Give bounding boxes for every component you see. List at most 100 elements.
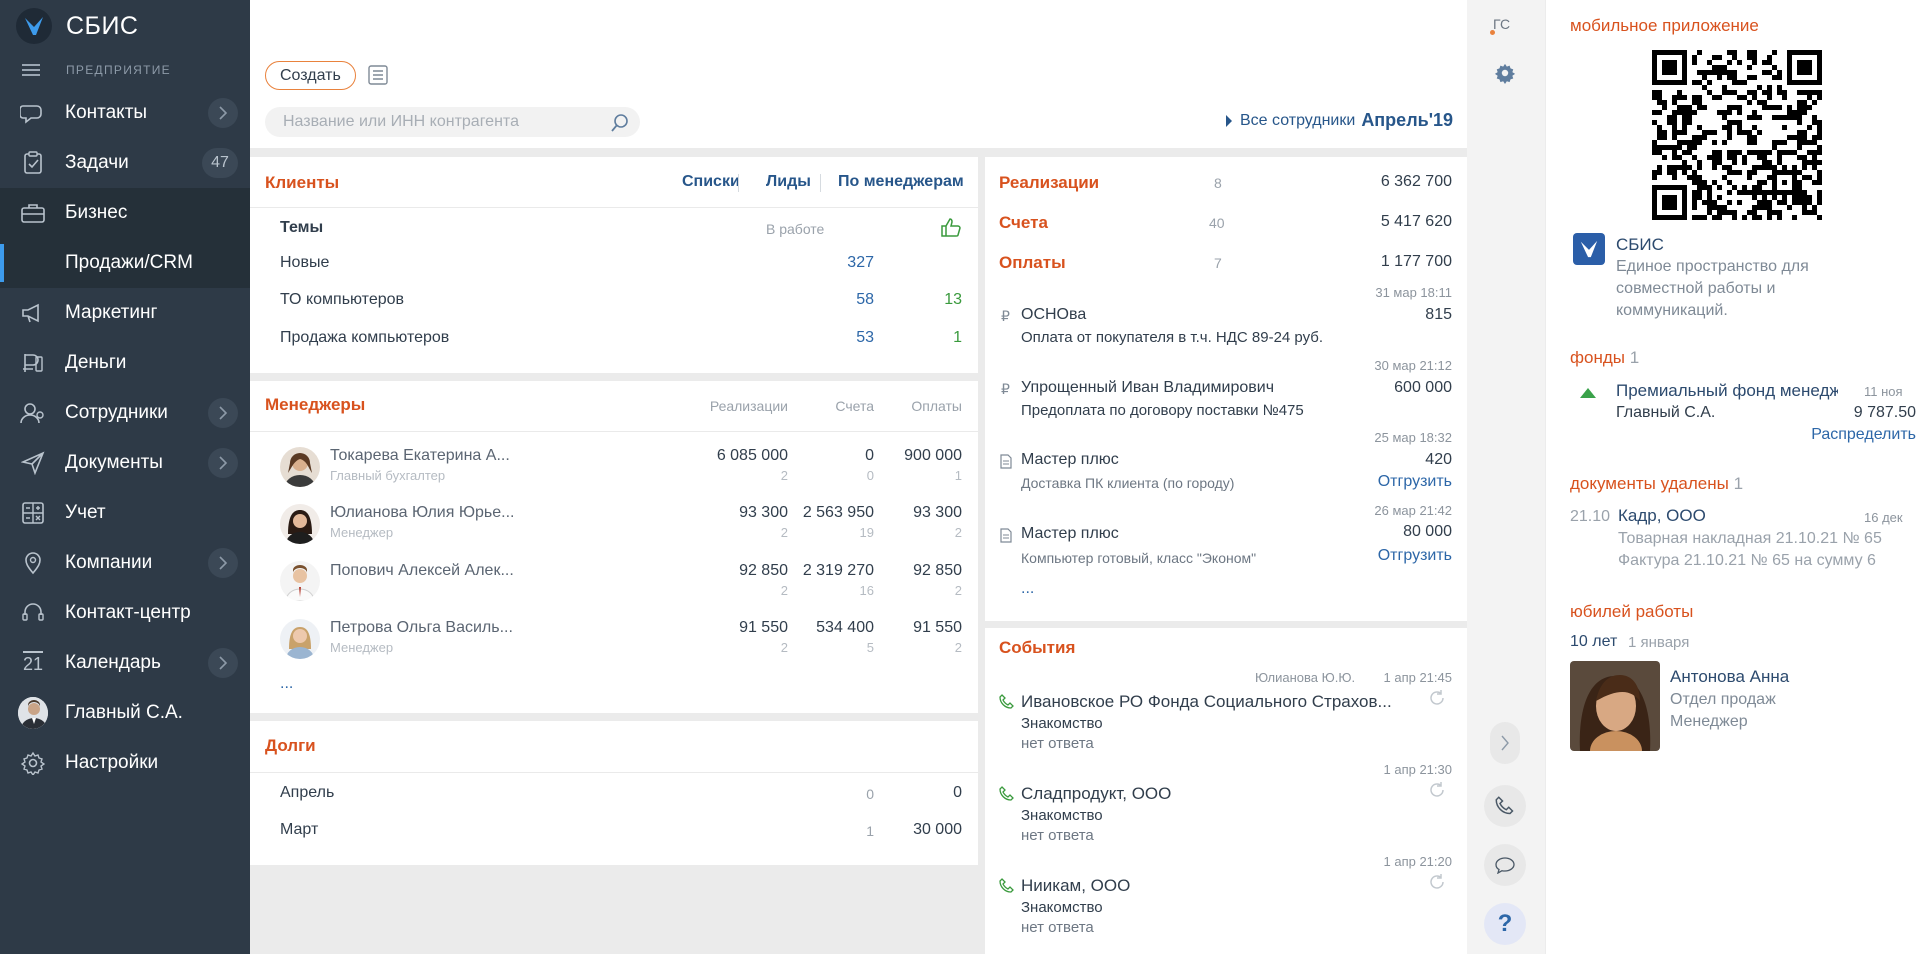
chat-button[interactable]: [1484, 844, 1526, 886]
manager-sales[interactable]: 6 085 000: [680, 447, 788, 465]
debt-amount[interactable]: 0: [880, 784, 962, 802]
person-photo[interactable]: [1570, 661, 1660, 751]
sidebar-item-staff[interactable]: Сотрудники: [0, 388, 250, 438]
ship-button[interactable]: Отгрузить: [1345, 473, 1452, 491]
menu-icon[interactable]: [22, 64, 40, 76]
item-name[interactable]: Мастер плюс: [1021, 525, 1119, 543]
client-row-won[interactable]: 1: [910, 329, 962, 347]
item-name[interactable]: ОСНОва: [1021, 306, 1086, 324]
logo[interactable]: СБИС: [0, 0, 250, 52]
person-name[interactable]: Антонова Анна: [1670, 667, 1789, 687]
manager-name[interactable]: Петрова Ольга Василь...: [330, 619, 513, 637]
period-selector[interactable]: Апрель'19: [1361, 110, 1453, 131]
sidebar-item-contacts[interactable]: Контакты: [0, 88, 250, 138]
org-switcher[interactable]: ПРЕДПРИЯТИЕ: [0, 52, 250, 88]
item-name[interactable]: Упрощенный Иван Владимирович: [1021, 379, 1274, 397]
invoices-row-amount[interactable]: 5 417 620: [1285, 213, 1452, 231]
manager-payments[interactable]: 91 550: [870, 619, 962, 637]
payments-row-title[interactable]: Оплаты: [999, 253, 1066, 273]
deleted-company[interactable]: Кадр, ООО: [1618, 506, 1706, 526]
payments-row-amount[interactable]: 1 177 700: [1285, 253, 1452, 271]
sbis-app-icon[interactable]: [1573, 233, 1605, 265]
client-row-name[interactable]: Новые: [280, 254, 329, 272]
manager-sales[interactable]: 91 550: [680, 619, 788, 637]
deleted-doc[interactable]: Товарная накладная 21.10.21 № 65: [1618, 530, 1882, 548]
refresh-icon[interactable]: [1427, 780, 1447, 805]
manager-invoices[interactable]: 2 319 270: [790, 562, 874, 580]
item-amount[interactable]: 80 000: [1345, 523, 1452, 541]
debt-month[interactable]: Март: [280, 821, 318, 839]
gear-icon[interactable]: [1494, 62, 1516, 89]
ship-button[interactable]: Отгрузить: [1345, 547, 1452, 565]
event-name[interactable]: Ниикам, ООО: [1021, 876, 1130, 896]
sidebar-item-marketing[interactable]: Маркетинг: [0, 288, 250, 338]
manager-payments[interactable]: 900 000: [870, 447, 962, 465]
mobile-app-title[interactable]: мобильное приложение: [1570, 16, 1759, 36]
user-initials[interactable]: ГС: [1490, 16, 1510, 35]
manager-sales[interactable]: 93 300: [680, 504, 788, 522]
manager-payments[interactable]: 93 300: [870, 504, 962, 522]
fund-name[interactable]: Премиальный фонд менедж: [1616, 381, 1838, 401]
deleted-doc[interactable]: Фактура 21.10.21 № 65 на сумму 6: [1618, 552, 1876, 570]
event-name[interactable]: Сладпродукт, ООО: [1021, 784, 1171, 804]
tab-by-managers[interactable]: По менеджерам: [838, 173, 964, 191]
sales-more-link[interactable]: ...: [1021, 580, 1034, 598]
manager-name[interactable]: Токарева Екатерина А...: [330, 447, 510, 465]
manager-sales[interactable]: 92 850: [680, 562, 788, 580]
staff-filter[interactable]: Все сотрудники Апрель'19: [1226, 110, 1453, 131]
manager-invoices[interactable]: 2 563 950: [790, 504, 874, 522]
sidebar-item-money[interactable]: Деньги: [0, 338, 250, 388]
event-name[interactable]: Ивановское РО Фонда Социального Страхов.…: [1021, 692, 1392, 712]
chevron-right-icon[interactable]: [208, 398, 238, 428]
help-button[interactable]: ?: [1484, 903, 1526, 945]
refresh-icon[interactable]: [1427, 688, 1447, 713]
call-button[interactable]: [1484, 785, 1526, 827]
item-amount[interactable]: 600 000: [1345, 379, 1452, 397]
sales-row-title[interactable]: Реализации: [999, 173, 1099, 193]
sidebar-item-documents[interactable]: Документы: [0, 438, 250, 488]
managers-more-link[interactable]: ...: [280, 675, 293, 693]
chevron-right-icon[interactable]: [208, 448, 238, 478]
all-staff-label[interactable]: Все сотрудники: [1240, 112, 1355, 130]
search-input[interactable]: [283, 113, 603, 131]
funds-title[interactable]: фонды 1: [1570, 348, 1639, 368]
tab-leads[interactable]: Лиды: [766, 173, 811, 191]
client-row-name[interactable]: Продажа компьютеров: [280, 329, 449, 347]
sidebar-item-settings[interactable]: Настройки: [0, 738, 250, 788]
invoices-row-title[interactable]: Счета: [999, 213, 1048, 233]
client-row-in-work[interactable]: 53: [810, 329, 874, 347]
qr-code[interactable]: [1652, 50, 1822, 220]
sidebar-item-companies[interactable]: Компании: [0, 538, 250, 588]
sidebar-item-tasks[interactable]: Задачи 47: [0, 138, 250, 188]
sales-row-amount[interactable]: 6 362 700: [1285, 173, 1452, 191]
manager-name[interactable]: Попович Алексей Алек...: [330, 562, 514, 580]
chevron-right-icon[interactable]: [208, 548, 238, 578]
client-row-in-work[interactable]: 327: [810, 254, 874, 272]
manager-name[interactable]: Юлианова Юлия Юрье...: [330, 504, 514, 522]
debts-title[interactable]: Долги: [265, 736, 316, 756]
chevron-right-icon[interactable]: [208, 98, 238, 128]
sidebar-item-business[interactable]: Бизнес: [0, 188, 250, 238]
refresh-icon[interactable]: [1427, 872, 1447, 897]
create-button[interactable]: Создать: [265, 61, 356, 90]
chevron-right-icon[interactable]: [208, 648, 238, 678]
app-name[interactable]: СБИС: [1616, 235, 1664, 255]
sidebar-item-calendar[interactable]: 21 Календарь: [0, 638, 250, 688]
expand-panel-button[interactable]: [1490, 722, 1520, 764]
jubilee-title[interactable]: юбилей работы: [1570, 602, 1693, 622]
events-title[interactable]: События: [999, 638, 1075, 658]
deleted-docs-title[interactable]: документы удалены 1: [1570, 474, 1743, 494]
debt-month[interactable]: Апрель: [280, 784, 334, 802]
sidebar-item-contact-center[interactable]: Контакт-центр: [0, 588, 250, 638]
clients-title[interactable]: Клиенты: [265, 173, 339, 193]
sidebar-item-sales-crm[interactable]: Продажи/CRM: [0, 238, 250, 288]
manager-payments[interactable]: 92 850: [870, 562, 962, 580]
debt-amount[interactable]: 30 000: [880, 821, 962, 839]
item-name[interactable]: Мастер плюс: [1021, 451, 1119, 469]
item-amount[interactable]: 420: [1345, 451, 1452, 469]
manager-invoices[interactable]: 534 400: [790, 619, 874, 637]
manager-invoices[interactable]: 0: [790, 447, 874, 465]
distribute-button[interactable]: Распределить: [1746, 426, 1916, 444]
sidebar-item-accounting[interactable]: Учет: [0, 488, 250, 538]
managers-title[interactable]: Менеджеры: [265, 395, 365, 415]
